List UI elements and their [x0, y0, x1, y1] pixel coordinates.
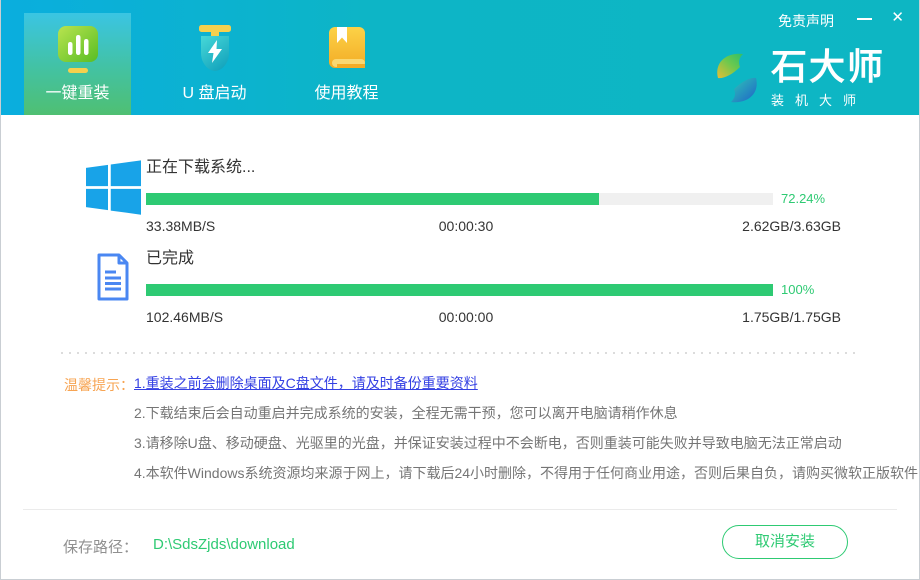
- progress-fill: [146, 193, 599, 205]
- tip-item-3: 3.请移除U盘、移动硬盘、光驱里的光盘，并保证安装过程中不会断电，否则重装可能失…: [134, 428, 904, 458]
- tab-label: 一键重装: [45, 79, 109, 103]
- tip-item-4: 4.本软件Windows系统资源均来源于网上，请下载后24小时删除，不得用于任何…: [134, 458, 904, 488]
- close-icon[interactable]: ✕: [891, 8, 904, 28]
- brand-mark-icon: [713, 50, 761, 106]
- download-time: 00:00:30: [426, 218, 506, 234]
- tab-one-click-reinstall[interactable]: 一键重装: [24, 13, 131, 115]
- document-icon: [86, 251, 138, 303]
- chart-icon: [55, 24, 101, 74]
- download-size: 1.75GB/1.75GB: [742, 309, 841, 325]
- tab-usb-boot[interactable]: U 盘启动: [161, 13, 268, 115]
- tab-tutorial[interactable]: 使用教程: [293, 13, 400, 115]
- progress-fill: [146, 284, 773, 296]
- app-window: 一键重装 U 盘启动: [0, 0, 920, 580]
- book-icon: [324, 24, 370, 74]
- tip-item-1: 1.重装之前会删除桌面及C盘文件，请及时备份重要资料: [134, 368, 904, 398]
- usb-shield-icon: [192, 24, 238, 74]
- brand-logo: 石大师 装机大师: [713, 48, 885, 109]
- progress-track: [146, 284, 773, 296]
- tab-label: 使用教程: [314, 79, 378, 103]
- cancel-install-button[interactable]: 取消安装: [722, 525, 848, 559]
- download-title: 已完成: [146, 248, 841, 270]
- header-bar: 一键重装 U 盘启动: [1, 0, 919, 115]
- download-stats: 33.38MB/S 00:00:30 2.62GB/3.63GB: [146, 218, 841, 236]
- save-path-value: D:\SdsZjds\download: [153, 536, 295, 553]
- disclaimer-link[interactable]: 免责声明: [778, 11, 834, 31]
- dotted-separator: [61, 352, 861, 354]
- download-speed: 102.46MB/S: [146, 309, 223, 325]
- minimize-icon[interactable]: [857, 18, 872, 20]
- progress-track: [146, 193, 773, 205]
- tip-item-2: 2.下载结束后会自动重启并完成系统的安装，全程无需干预，您可以离开电脑请稍作休息: [134, 398, 904, 428]
- tips-label: 温馨提示：: [64, 375, 134, 395]
- tab-label: U 盘启动: [182, 79, 246, 103]
- save-path-label: 保存路径：: [63, 536, 138, 557]
- download-title: 正在下载系统...: [146, 157, 841, 179]
- download-section-system: 正在下载系统... 72.24% 33.38MB/S 00:00:30 2.62…: [86, 157, 841, 236]
- brand-subtitle: 装机大师: [771, 90, 885, 109]
- download-speed: 33.38MB/S: [146, 218, 215, 234]
- download-stats: 102.46MB/S 00:00:00 1.75GB/1.75GB: [146, 309, 841, 327]
- windows-logo: [86, 160, 141, 215]
- download-section-pe: 已完成 100% 102.46MB/S 00:00:00 1.75GB/1.75…: [86, 248, 841, 327]
- progress-percent: 72.24%: [781, 191, 825, 206]
- brand-name: 石大师: [771, 48, 885, 86]
- progress-percent: 100%: [781, 282, 814, 297]
- footer-separator: [23, 509, 897, 510]
- download-time: 00:00:00: [426, 309, 506, 325]
- tips-list: 1.重装之前会删除桌面及C盘文件，请及时备份重要资料 2.下载结束后会自动重启并…: [134, 368, 904, 488]
- download-size: 2.62GB/3.63GB: [742, 218, 841, 234]
